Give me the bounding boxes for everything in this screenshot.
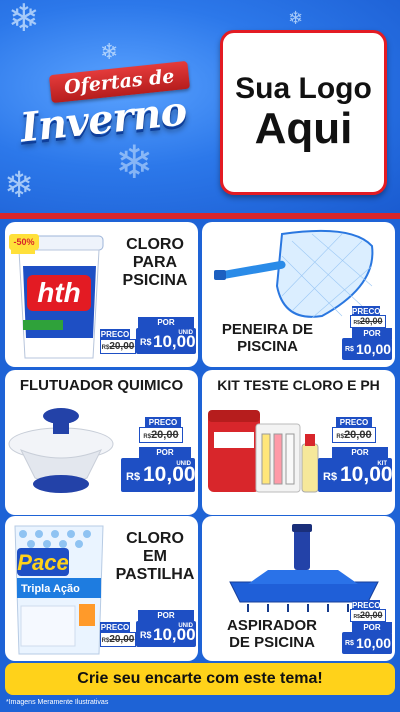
product-card-aspirador[interactable]: ASPIRADOR DE PSICINA PRECO R$20,00 POR R…: [202, 516, 395, 661]
title-bottom: Inverno: [17, 87, 189, 152]
new-price: UNID R$ 10,00: [136, 328, 196, 354]
logo-line-1: Sua Logo: [235, 71, 372, 105]
snowflake-icon: ❄: [4, 165, 35, 206]
logo-placeholder[interactable]: Sua Logo Aqui: [220, 30, 387, 195]
old-price: R$20,00: [350, 609, 386, 622]
campaign-title: Ofertas de Inverno: [18, 60, 208, 170]
create-flyer-cta[interactable]: Crie seu encarte com este tema!: [5, 663, 395, 695]
product-card-peneira[interactable]: PENEIRA DE PISCINA PRECO R$20,00 POR R$ …: [202, 222, 395, 367]
snowflake-icon: ❄: [288, 8, 304, 29]
product-card-cloro[interactable]: hth -50% CLORO PARA PSICINA PRECO R$20,0…: [5, 222, 198, 367]
old-price: R$20,00: [332, 427, 376, 443]
old-price: R$20,00: [100, 632, 136, 647]
old-price: R$20,00: [350, 315, 386, 328]
header-banner: ❄ ❄ ❄ ❄ ❄ Ofertas de Inverno Sua Logo Aq…: [0, 0, 400, 215]
new-price: UNID R$ 10,00: [121, 458, 196, 492]
brand-logo: Pace: [17, 550, 68, 575]
chlorine-floater-image: [8, 408, 114, 493]
new-price: R$ 10,00: [342, 632, 392, 654]
product-name: FLUTUADOR QUIMICO: [19, 377, 184, 394]
snowflake-icon: ❄: [8, 0, 40, 40]
discount-badge: -50%: [9, 234, 39, 250]
product-card-pastilha[interactable]: Pace Tripla Ação CLORO EM PASTILHA PRECO…: [5, 516, 198, 661]
product-name: CLORO EM PASTILHA: [115, 530, 195, 583]
product-name: CLORO PARA PSICINA: [122, 236, 188, 289]
new-price: UNID R$ 10,00: [136, 621, 196, 647]
product-card-flutuador[interactable]: FLUTUADOR QUIMICO PRECO R$20,00 POR UNID…: [5, 370, 198, 515]
chlorine-tablet-bag-image: Pace Tripla Ação: [14, 525, 104, 655]
product-name: ASPIRADOR DE PSICINA: [226, 617, 317, 651]
brand-logo: hth: [37, 277, 81, 308]
test-kit-image: [208, 410, 319, 493]
new-price-label: POR: [138, 317, 194, 328]
product-name: KIT TESTE CLORO E PH: [217, 377, 380, 393]
header-divider: [0, 213, 400, 219]
new-price-label: POR: [138, 610, 194, 621]
product-name: PENEIRA DE PISCINA: [221, 321, 314, 355]
new-price-label: POR: [332, 447, 388, 458]
disclaimer-text: *Imagens Meramente Ilustrativas: [6, 699, 109, 706]
old-price: R$20,00: [139, 427, 183, 443]
logo-line-2: Aqui: [254, 103, 353, 153]
new-price: R$ 10,00: [342, 338, 392, 360]
new-price: KIT R$ 10,00: [318, 458, 393, 492]
brand-subtitle: Tripla Ação: [21, 583, 80, 595]
new-price-label: POR: [139, 447, 191, 458]
product-card-kit-teste[interactable]: KIT TESTE CLORO E PH PRECO R$20,00 POR K…: [202, 370, 395, 515]
old-price: R$20,00: [100, 339, 136, 354]
